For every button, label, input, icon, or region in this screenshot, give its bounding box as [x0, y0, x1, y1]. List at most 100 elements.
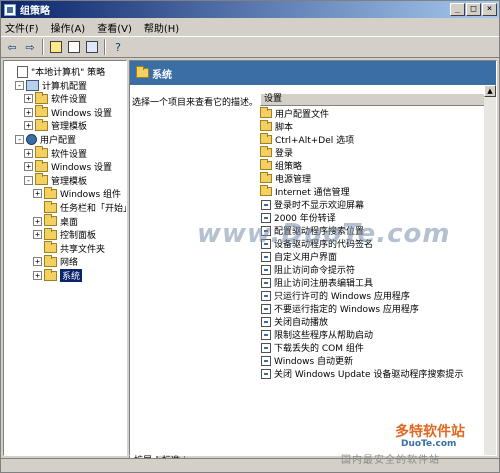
- expand-icon[interactable]: +: [24, 148, 33, 158]
- maximize-button[interactable]: □: [466, 3, 481, 16]
- show-tree-icon[interactable]: [66, 39, 82, 55]
- expand-icon[interactable]: +: [33, 216, 42, 226]
- tree-item[interactable]: + 软件设置: [24, 91, 87, 105]
- close-button[interactable]: ×: [482, 3, 497, 16]
- tree-item[interactable]: - 用户配置: [15, 133, 76, 146]
- tree-item-label: 系统: [60, 269, 83, 282]
- list-item[interactable]: 下载丢失的 COM 组件: [260, 341, 496, 354]
- collapse-icon[interactable]: -: [24, 175, 33, 185]
- list-item-label: 自定义用户界面: [274, 253, 338, 263]
- expand-icon[interactable]: +: [33, 271, 42, 280]
- list-item[interactable]: 阻止访问命令提示符: [260, 263, 496, 276]
- list-item[interactable]: 电源管理: [260, 172, 496, 185]
- expand-icon[interactable]: +: [24, 94, 33, 104]
- back-arrow-icon[interactable]: ⇦: [4, 39, 20, 55]
- console-tree[interactable]: "本地计算机" 策略 - 计算机配置 + 软件设置 + Windows 设置 + 管理模板 - 用户…: [3, 60, 127, 456]
- policy-setting-icon: [261, 199, 271, 210]
- tree-item[interactable]: + Windows 设置: [24, 105, 112, 119]
- site-logo: 多特软件站: [395, 424, 465, 440]
- collapse-icon[interactable]: -: [15, 135, 24, 144]
- list-item[interactable]: 登录时不显示欢迎屏幕: [260, 198, 496, 211]
- folder-icon: [260, 120, 272, 131]
- folder-icon: [260, 107, 272, 118]
- up-folder-glyph: [50, 41, 62, 53]
- tree-item-label: 用户配置: [40, 136, 77, 146]
- tree-item[interactable]: - 管理模板: [24, 173, 87, 187]
- tree-item[interactable]: + 控制面板: [33, 227, 97, 242]
- list-item-label: 关闭自动播放: [274, 318, 329, 328]
- list-item[interactable]: 不要运行指定的 Windows 应用程序: [260, 302, 496, 315]
- folder-icon: [44, 227, 57, 240]
- computer-icon: [26, 79, 39, 91]
- group-policy-window: 组策略 _ □ × 文件(F) 操作(A) 查看(V) 帮助(H) ⇦ ⇨ ? …: [0, 0, 500, 473]
- list-item[interactable]: 阻止访问注册表编辑工具: [260, 276, 496, 289]
- folder-icon: [260, 133, 272, 144]
- list-item[interactable]: 关闭 Windows Update 设备驱动程序搜索提示: [260, 367, 496, 380]
- tree-item[interactable]: "本地计算机" 策略: [6, 65, 105, 78]
- description-text: 选择一个项目来查看它的描述。: [132, 98, 259, 108]
- folder-icon: [44, 200, 57, 213]
- menu-action[interactable]: 操作(A): [51, 20, 86, 35]
- list-item[interactable]: Windows 自动更新: [260, 354, 496, 367]
- tree-item-label: 网络: [60, 258, 79, 269]
- vertical-scrollbar[interactable]: ▲: [484, 85, 496, 455]
- folder-icon: [35, 159, 48, 172]
- minimize-button[interactable]: _: [450, 3, 465, 16]
- list-item[interactable]: Internet 通信管理: [260, 185, 496, 198]
- expand-icon[interactable]: +: [24, 121, 33, 131]
- list-item[interactable]: 关闭自动播放: [260, 315, 496, 328]
- tree-item[interactable]: + 管理模板: [24, 118, 87, 132]
- menu-view[interactable]: 查看(V): [97, 20, 132, 35]
- scroll-up-icon[interactable]: ▲: [484, 85, 496, 97]
- policy-setting-icon: [261, 368, 271, 379]
- tree-item[interactable]: + 网络: [33, 254, 79, 269]
- help-icon[interactable]: ?: [110, 39, 126, 55]
- folder-icon: [44, 186, 57, 199]
- tree-item[interactable]: 任务栏和「开始」菜单: [33, 200, 126, 214]
- up-folder-icon[interactable]: [48, 39, 64, 55]
- folder-icon: [35, 91, 48, 104]
- details-header: 系统: [130, 61, 496, 85]
- group-policy-app-icon: [4, 3, 16, 16]
- list-item-label: 下载丢失的 COM 组件: [274, 344, 364, 354]
- title-bar[interactable]: 组策略 _ □ ×: [1, 1, 499, 18]
- tree-item[interactable]: + 系统: [33, 268, 83, 282]
- tree-item[interactable]: 共享文件夹: [33, 241, 105, 255]
- menu-help[interactable]: 帮助(H): [144, 20, 179, 35]
- folder-icon: [260, 146, 272, 157]
- list-item-label: 阻止访问命令提示符: [274, 266, 356, 276]
- list-item[interactable]: 自定义用户界面: [260, 250, 496, 263]
- tree-item[interactable]: + 桌面: [33, 214, 79, 228]
- folder-icon: [35, 173, 48, 186]
- list-item-label: 阻止访问注册表编辑工具: [274, 279, 374, 289]
- expand-icon[interactable]: +: [33, 257, 42, 267]
- list-item[interactable]: Ctrl+Alt+Del 选项: [260, 133, 496, 146]
- tree-item[interactable]: + 软件设置: [24, 146, 87, 160]
- list-item[interactable]: 组策略: [260, 159, 496, 172]
- tree-item[interactable]: + Windows 组件: [33, 186, 122, 201]
- tree-item[interactable]: - 计算机配置: [15, 79, 87, 92]
- expand-icon[interactable]: +: [33, 189, 42, 199]
- list-item-label: 电源管理: [275, 175, 312, 185]
- list-item[interactable]: 只运行许可的 Windows 应用程序: [260, 289, 496, 302]
- forward-arrow-icon[interactable]: ⇨: [22, 39, 38, 55]
- list-item[interactable]: 脚本: [260, 120, 496, 133]
- tree-item-label: 桌面: [60, 217, 79, 228]
- collapse-icon[interactable]: -: [15, 80, 24, 90]
- policy-setting-icon: [261, 342, 271, 353]
- toolbar-separator-2: [104, 39, 106, 55]
- expand-icon[interactable]: +: [24, 162, 33, 172]
- list-item[interactable]: 用户配置文件: [260, 107, 496, 120]
- export-list-icon[interactable]: [84, 39, 100, 55]
- tree-item[interactable]: + Windows 设置: [24, 159, 112, 173]
- expand-icon[interactable]: +: [33, 230, 42, 240]
- expand-icon[interactable]: +: [24, 107, 33, 117]
- list-item[interactable]: 限制这些程序从帮助启动: [260, 328, 496, 341]
- menu-file[interactable]: 文件(F): [5, 20, 39, 35]
- tree-item-label: Windows 组件: [60, 190, 122, 201]
- list-item[interactable]: 登录: [260, 146, 496, 159]
- site-tagline: 国内最安全的软件站: [341, 455, 440, 466]
- tree-item-label: 控制面板: [60, 231, 97, 242]
- details-pane: 系统 选择一个项目来查看它的描述。 设置 用户配置文件 脚本 Ctrl+Alt+De…: [129, 60, 497, 456]
- settings-column-header[interactable]: 设置: [260, 93, 496, 106]
